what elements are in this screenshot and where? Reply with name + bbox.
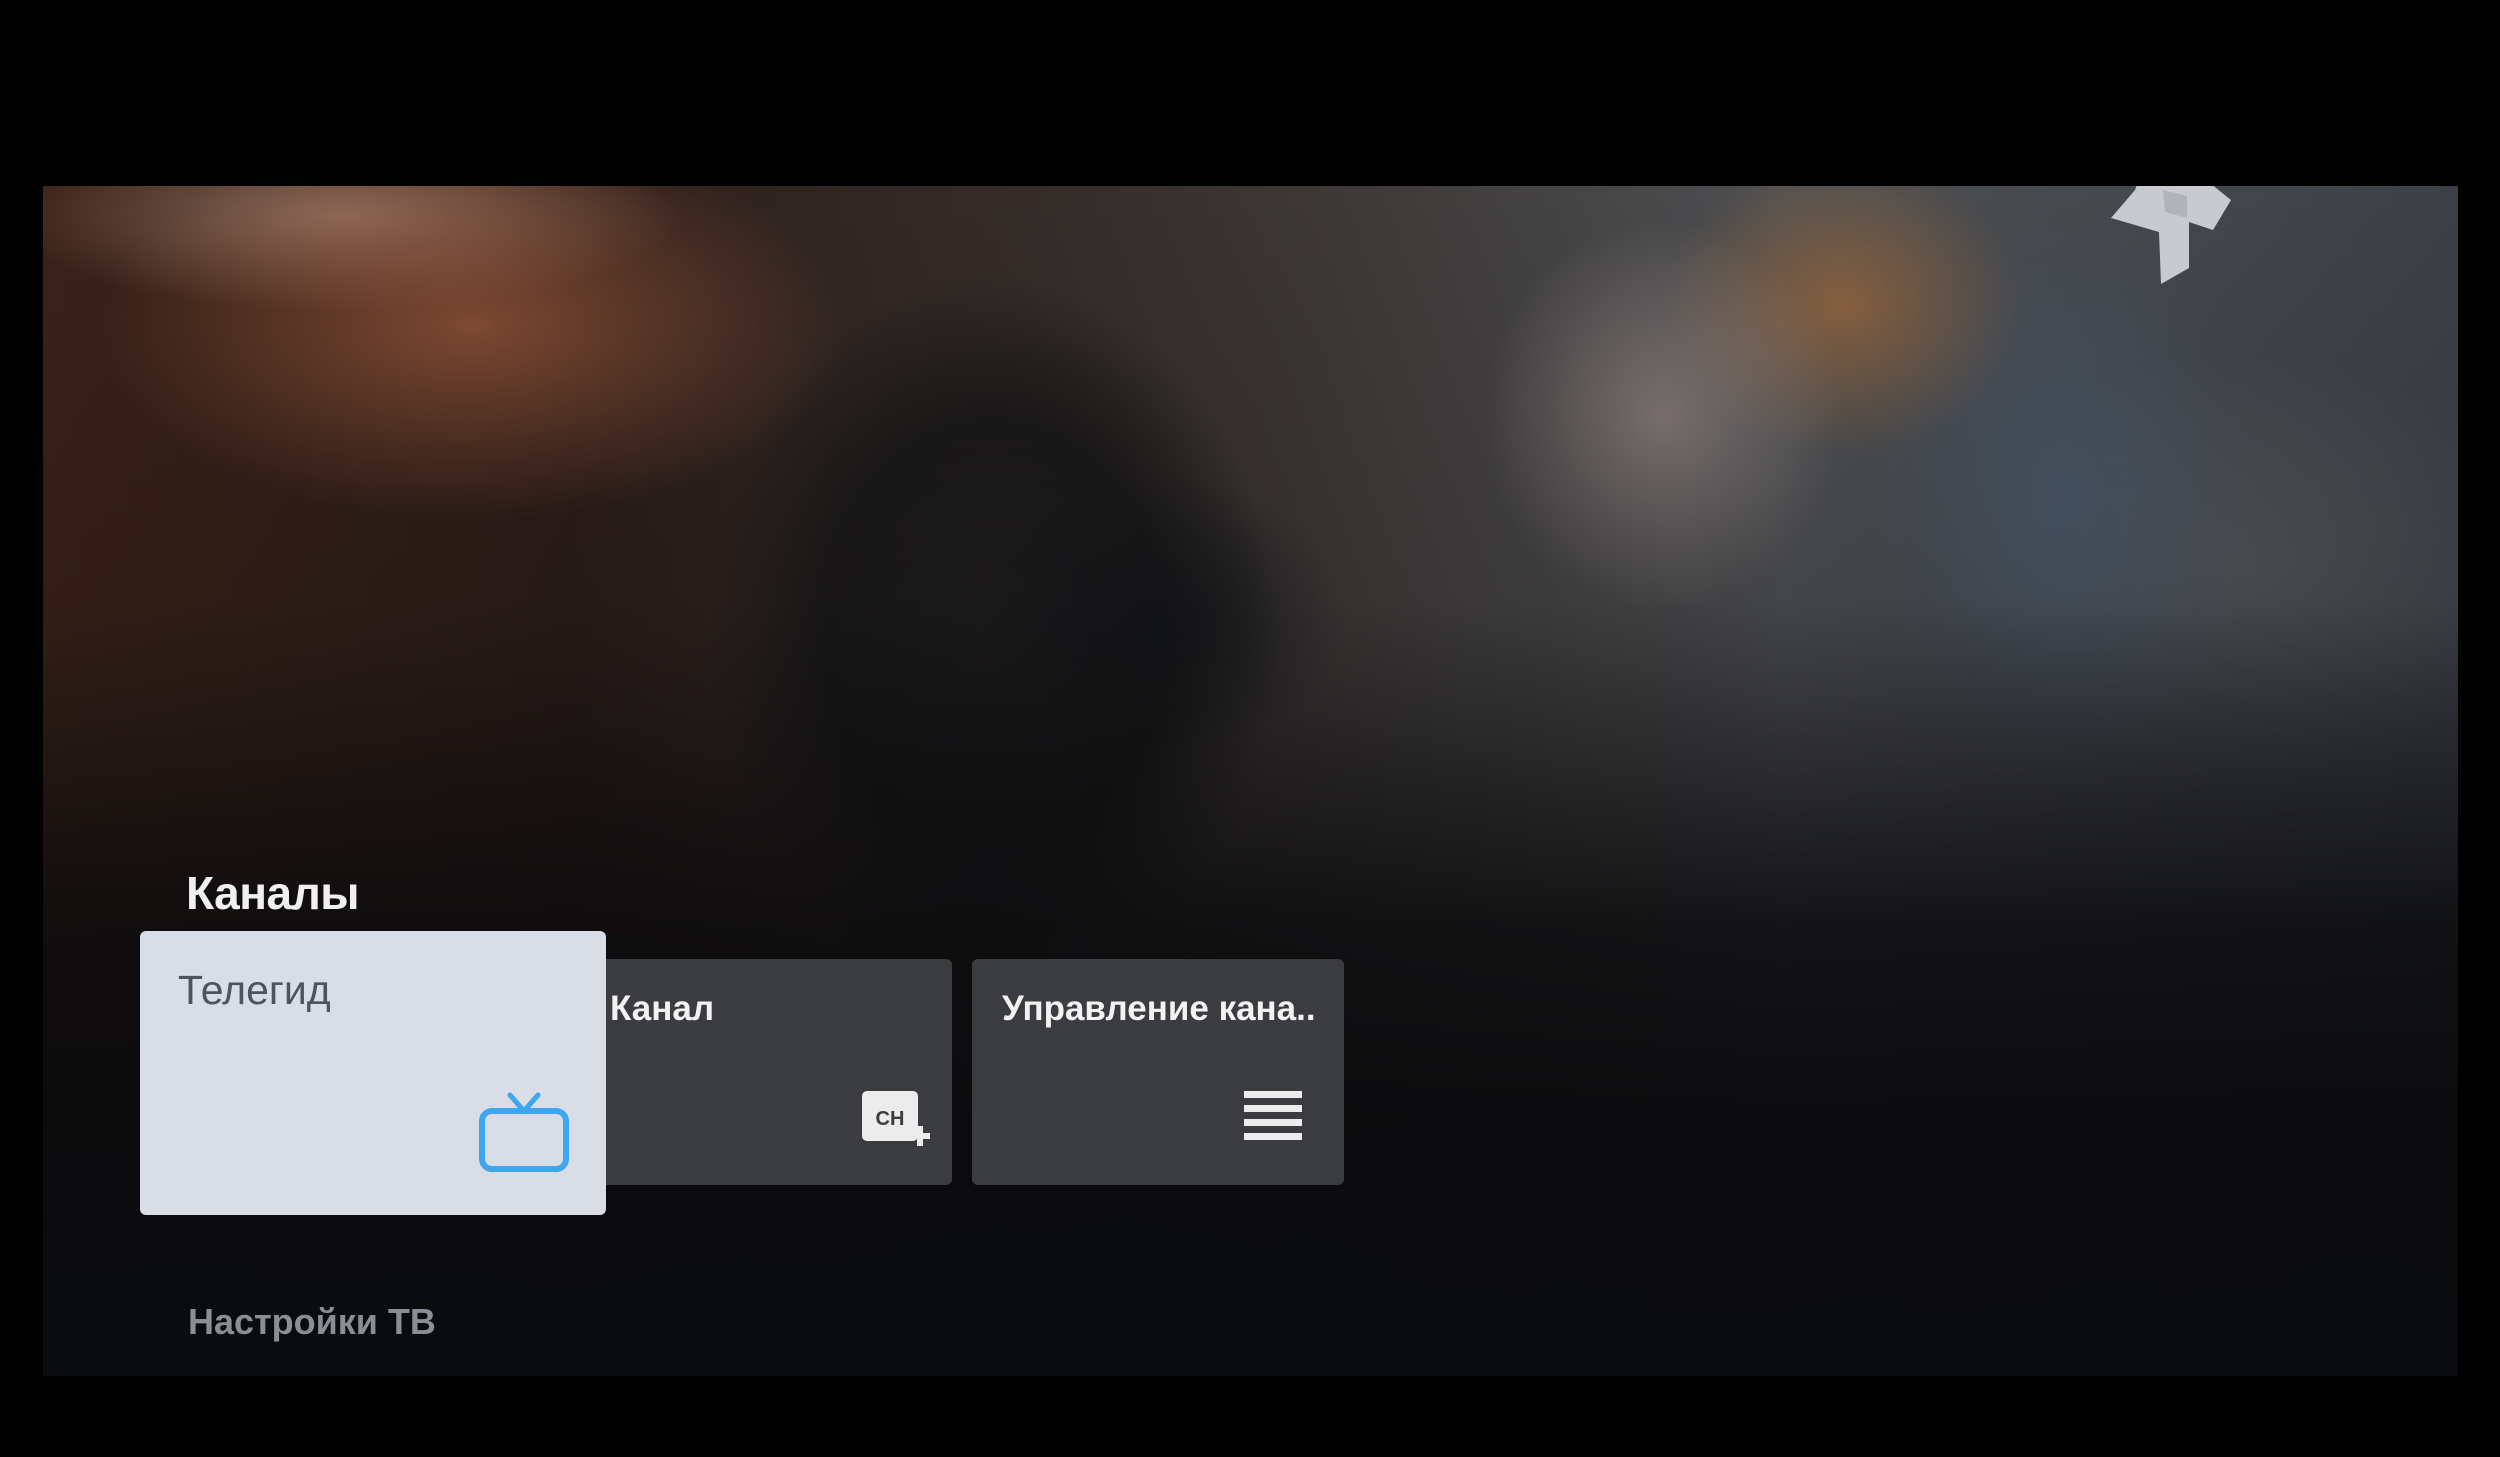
tv-icon [479, 1092, 569, 1172]
tv-guide-card[interactable]: Телегид [140, 931, 606, 1215]
list-menu-icon [1244, 1091, 1302, 1140]
add-channel-label: Канал [610, 989, 715, 1028]
manage-channels-card[interactable]: Управление кана.. [972, 959, 1344, 1185]
channels-section-title: Каналы [186, 867, 360, 919]
manage-channels-label: Управление кана.. [1002, 989, 1316, 1028]
add-channel-icon-text: CH [876, 1108, 905, 1130]
tv-guide-label: Телегид [178, 967, 331, 1013]
add-channel-icon: CH [862, 1091, 930, 1146]
tv-settings-item[interactable]: Настройки ТВ [188, 1301, 436, 1343]
tv-screen: Каналы Телегид Канал CH Управление кана.… [43, 186, 2458, 1376]
add-channel-card[interactable]: Канал CH [606, 959, 952, 1185]
channel-logo-icon [2111, 186, 2231, 284]
